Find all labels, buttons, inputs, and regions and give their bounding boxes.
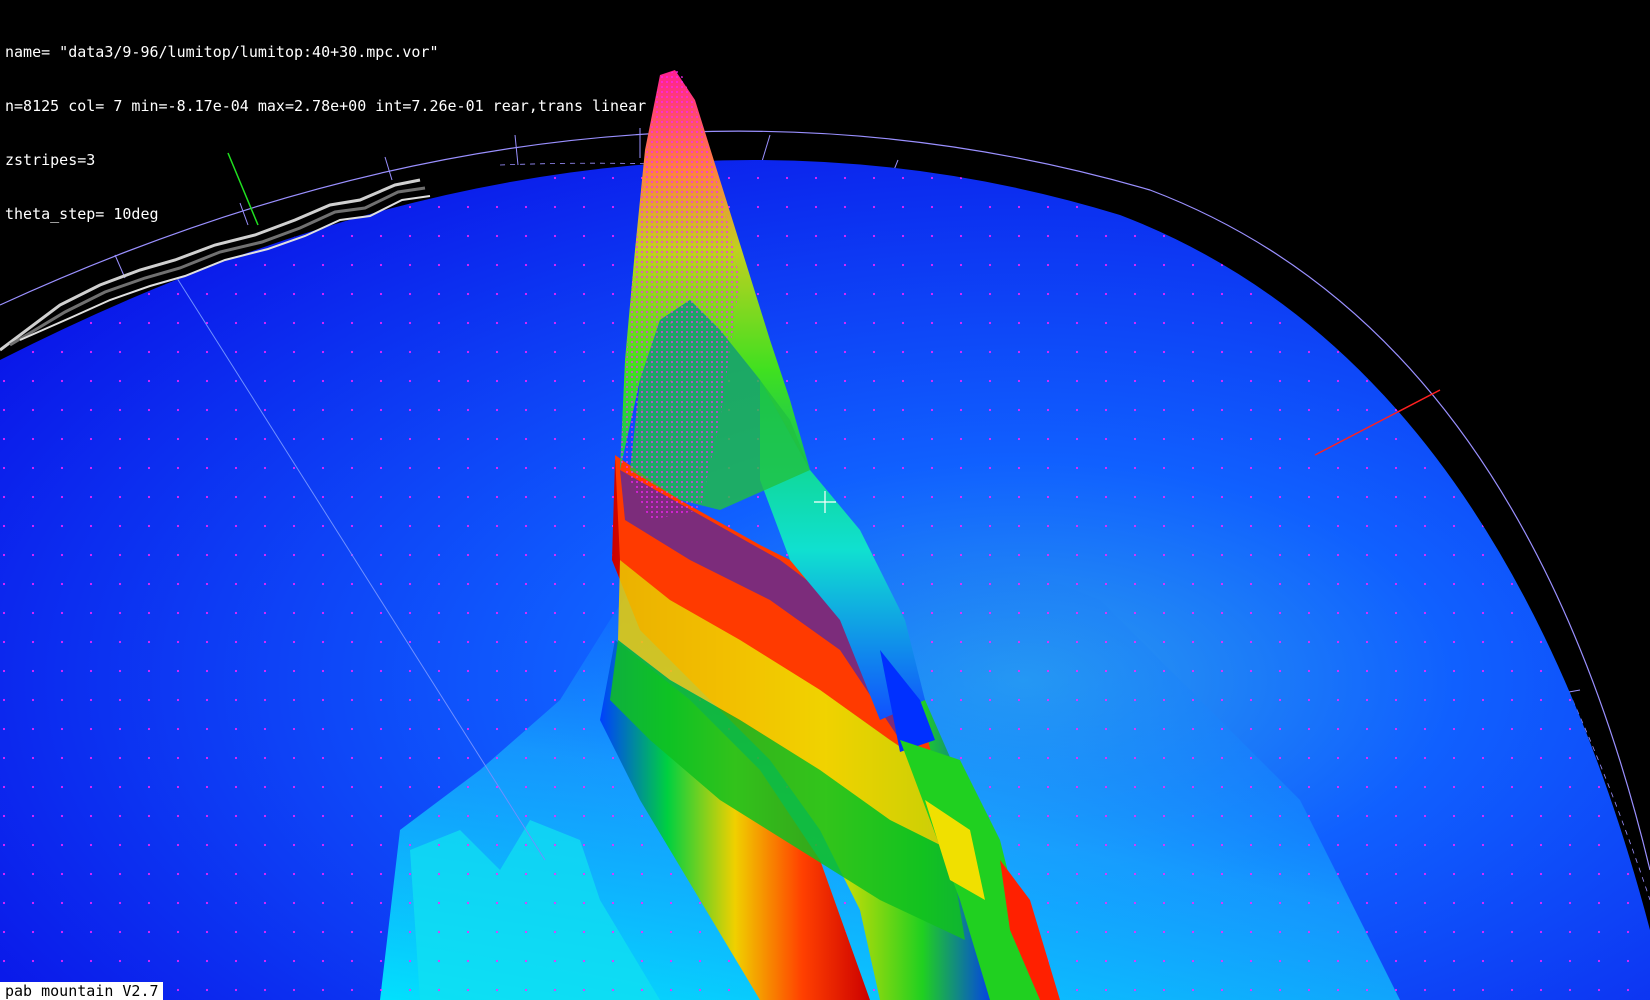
3d-viewport[interactable] (0, 0, 1650, 1000)
version-label: pab mountain V2.7 (0, 982, 163, 1000)
